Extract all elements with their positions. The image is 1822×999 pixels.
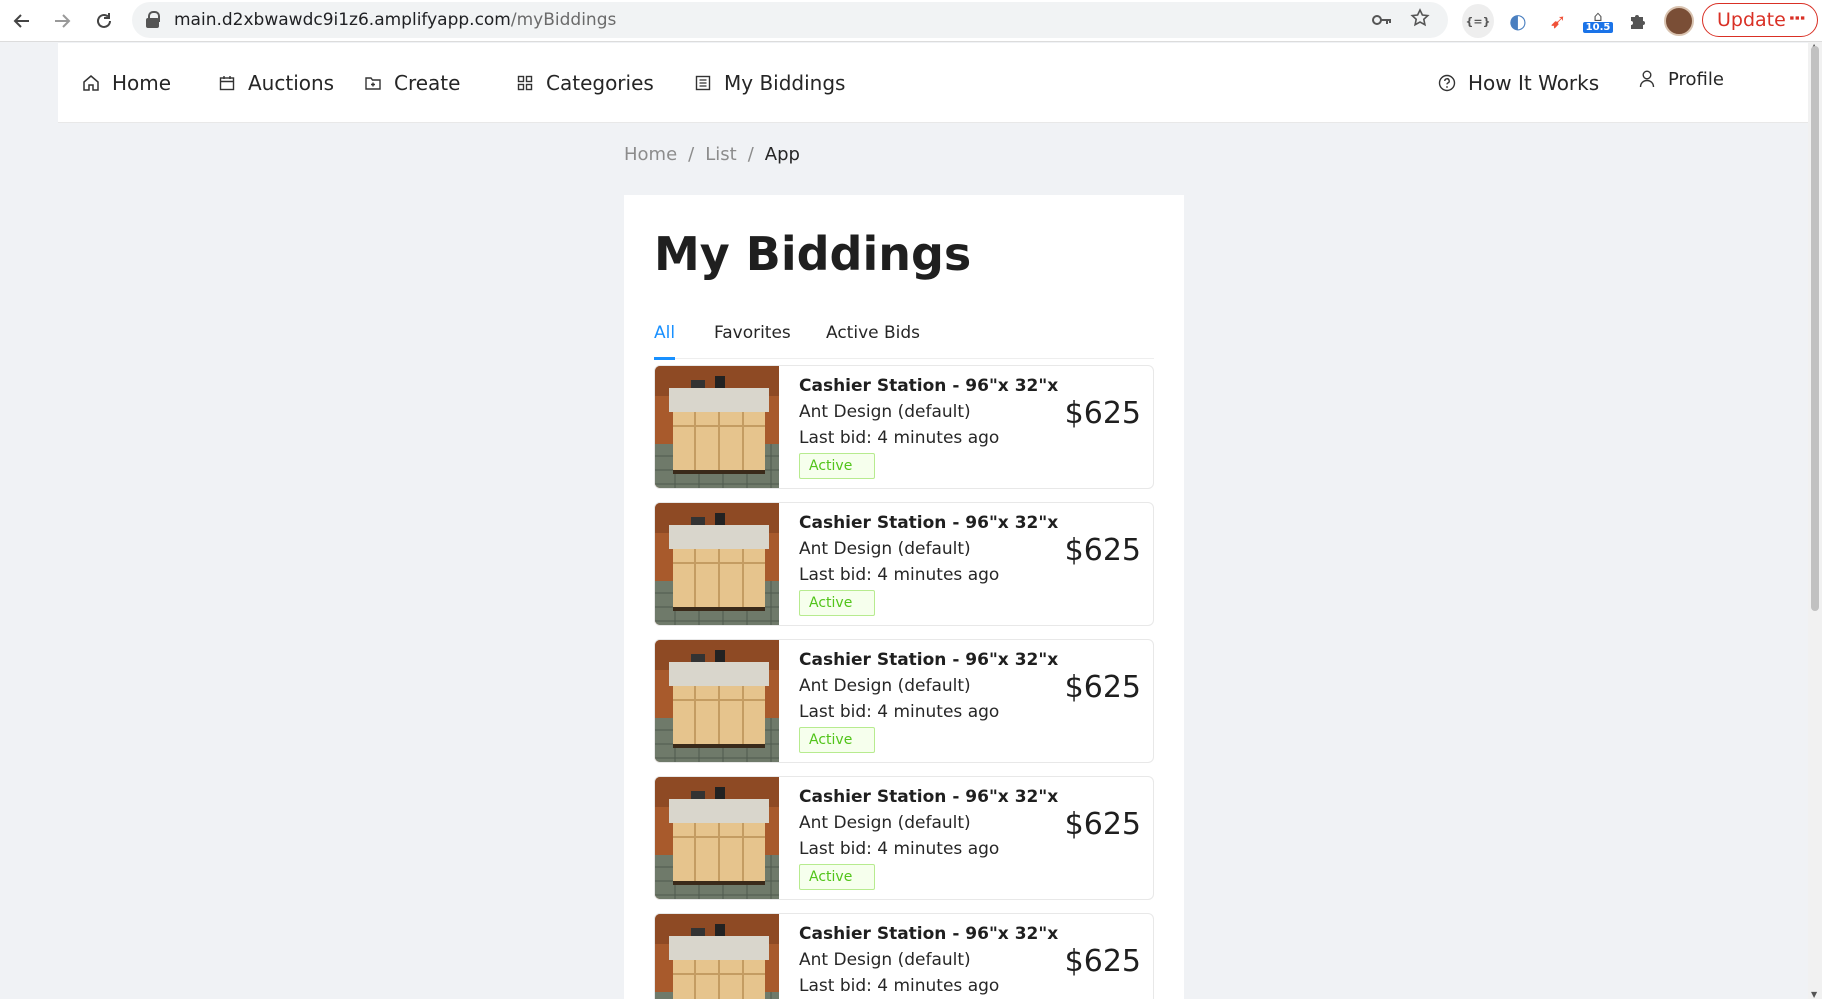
- nav-categories-label: Categories: [546, 71, 654, 95]
- user-icon: [1638, 70, 1656, 88]
- status-badge: Active: [799, 727, 875, 753]
- item-thumbnail[interactable]: [655, 503, 779, 625]
- nav-create-label: Create: [394, 71, 461, 95]
- appstore-icon: [516, 74, 534, 92]
- forward-arrow-icon[interactable]: [42, 1, 82, 41]
- bid-title[interactable]: Cashier Station - 96"x 32"x: [799, 513, 1058, 533]
- tab-favorites[interactable]: Favorites: [714, 323, 791, 359]
- biddings-tabs: All Favorites Active Bids: [654, 323, 1154, 360]
- item-thumbnail[interactable]: [655, 914, 779, 999]
- bid-last-bid: Last bid: 4 minutes ago: [799, 428, 1000, 448]
- swift-extension-icon[interactable]: ➹: [1542, 4, 1574, 38]
- profile-avatar-icon[interactable]: [1664, 6, 1694, 36]
- bid-last-bid: Last bid: 4 minutes ago: [799, 702, 1000, 722]
- bid-subtitle: Ant Design (default): [799, 402, 971, 422]
- reload-icon[interactable]: [84, 1, 124, 41]
- address-bar[interactable]: main.d2xbwawdc9i1z6.amplifyapp.com/myBid…: [132, 2, 1448, 38]
- breadcrumb-separator: /: [688, 144, 695, 165]
- bid-subtitle: Ant Design (default): [799, 539, 971, 559]
- metrics-extension-icon[interactable]: ⌂ 10.5: [1580, 4, 1616, 38]
- nav-my-biddings-label: My Biddings: [724, 71, 846, 95]
- key-icon[interactable]: [1372, 8, 1392, 32]
- page-title: My Biddings: [654, 227, 972, 281]
- biddings-card: My Biddings All Favorites Active Bids Ca…: [624, 195, 1184, 999]
- folder-add-icon: [364, 74, 382, 92]
- app-navbar: Home Auctions Create Categories My Biddi…: [58, 43, 1808, 123]
- breadcrumb-separator: /: [747, 144, 754, 165]
- nav-my-biddings[interactable]: My Biddings: [694, 43, 845, 123]
- back-arrow-icon[interactable]: [2, 1, 42, 41]
- bid-price: $625: [1064, 396, 1141, 431]
- nav-how-it-works-label: How It Works: [1468, 71, 1600, 95]
- menu-kebab-icon[interactable]: ⋮: [1786, 9, 1807, 25]
- puzzle-extensions-icon[interactable]: [1622, 4, 1654, 38]
- bid-price: $625: [1064, 944, 1141, 979]
- nav-how-it-works[interactable]: How It Works: [1438, 43, 1599, 123]
- breadcrumb-list[interactable]: List: [705, 144, 736, 165]
- tab-all[interactable]: All: [654, 323, 676, 360]
- scroll-down-arrow-icon[interactable]: ▼: [1811, 990, 1817, 999]
- bid-item[interactable]: Cashier Station - 96"x 32"x Ant Design (…: [654, 913, 1154, 999]
- bid-item[interactable]: Cashier Station - 96"x 32"x Ant Design (…: [654, 365, 1154, 489]
- nav-home[interactable]: Home: [82, 43, 171, 123]
- home-icon: [82, 74, 100, 92]
- bid-subtitle: Ant Design (default): [799, 676, 971, 696]
- item-thumbnail[interactable]: [655, 777, 779, 899]
- calendar-icon: [218, 74, 236, 92]
- bid-price: $625: [1064, 807, 1141, 842]
- breadcrumb: Home / List / App: [624, 144, 800, 165]
- bid-title[interactable]: Cashier Station - 96"x 32"x: [799, 650, 1058, 670]
- status-badge: Active: [799, 590, 875, 616]
- profile-list-icon: [694, 74, 712, 92]
- nav-home-label: Home: [112, 71, 172, 95]
- json-extension-icon[interactable]: {=}: [1462, 4, 1494, 38]
- bid-title[interactable]: Cashier Station - 96"x 32"x: [799, 787, 1058, 807]
- bid-last-bid: Last bid: 4 minutes ago: [799, 976, 1000, 996]
- bid-last-bid: Last bid: 4 minutes ago: [799, 839, 1000, 859]
- item-thumbnail[interactable]: [655, 640, 779, 762]
- breadcrumb-current: App: [764, 144, 800, 165]
- nav-auctions[interactable]: Auctions: [218, 43, 334, 123]
- update-button[interactable]: Update ⋮: [1702, 3, 1818, 37]
- star-icon[interactable]: [1410, 7, 1430, 33]
- bid-item[interactable]: Cashier Station - 96"x 32"x Ant Design (…: [654, 502, 1154, 626]
- nav-auctions-label: Auctions: [248, 71, 335, 95]
- bid-title[interactable]: Cashier Station - 96"x 32"x: [799, 376, 1058, 396]
- url-host: main.d2xbwawdc9i1z6.amplifyapp.com: [174, 10, 511, 30]
- nav-create[interactable]: Create: [364, 43, 460, 123]
- tab-active-bids[interactable]: Active Bids: [826, 323, 920, 359]
- tampermonkey-extension-icon[interactable]: ◐: [1502, 4, 1534, 38]
- bid-price: $625: [1064, 670, 1141, 705]
- url-path: /myBiddings: [510, 10, 617, 30]
- lock-icon: [146, 11, 160, 29]
- breadcrumb-home[interactable]: Home: [624, 144, 677, 165]
- bid-title[interactable]: Cashier Station - 96"x 32"x: [799, 924, 1058, 944]
- status-badge: Active: [799, 864, 875, 890]
- bid-subtitle: Ant Design (default): [799, 950, 971, 970]
- question-circle-icon: [1438, 74, 1456, 92]
- bid-last-bid: Last bid: 4 minutes ago: [799, 565, 1000, 585]
- update-label: Update: [1717, 9, 1786, 31]
- extension-badge: 10.5: [1582, 21, 1614, 33]
- status-badge: Active: [799, 453, 875, 479]
- bid-item[interactable]: Cashier Station - 96"x 32"x Ant Design (…: [654, 776, 1154, 900]
- nav-profile-label: Profile: [1668, 68, 1724, 90]
- bid-item[interactable]: Cashier Station - 96"x 32"x Ant Design (…: [654, 639, 1154, 763]
- browser-toolbar: main.d2xbwawdc9i1z6.amplifyapp.com/myBid…: [0, 0, 1822, 42]
- scrollbar-thumb[interactable]: [1811, 46, 1819, 611]
- nav-categories[interactable]: Categories: [516, 43, 654, 123]
- page-scrollbar[interactable]: ▲ ▼: [1808, 42, 1822, 999]
- nav-profile[interactable]: Profile: [1638, 39, 1724, 119]
- bid-price: $625: [1064, 533, 1141, 568]
- bid-subtitle: Ant Design (default): [799, 813, 971, 833]
- item-thumbnail[interactable]: [655, 366, 779, 488]
